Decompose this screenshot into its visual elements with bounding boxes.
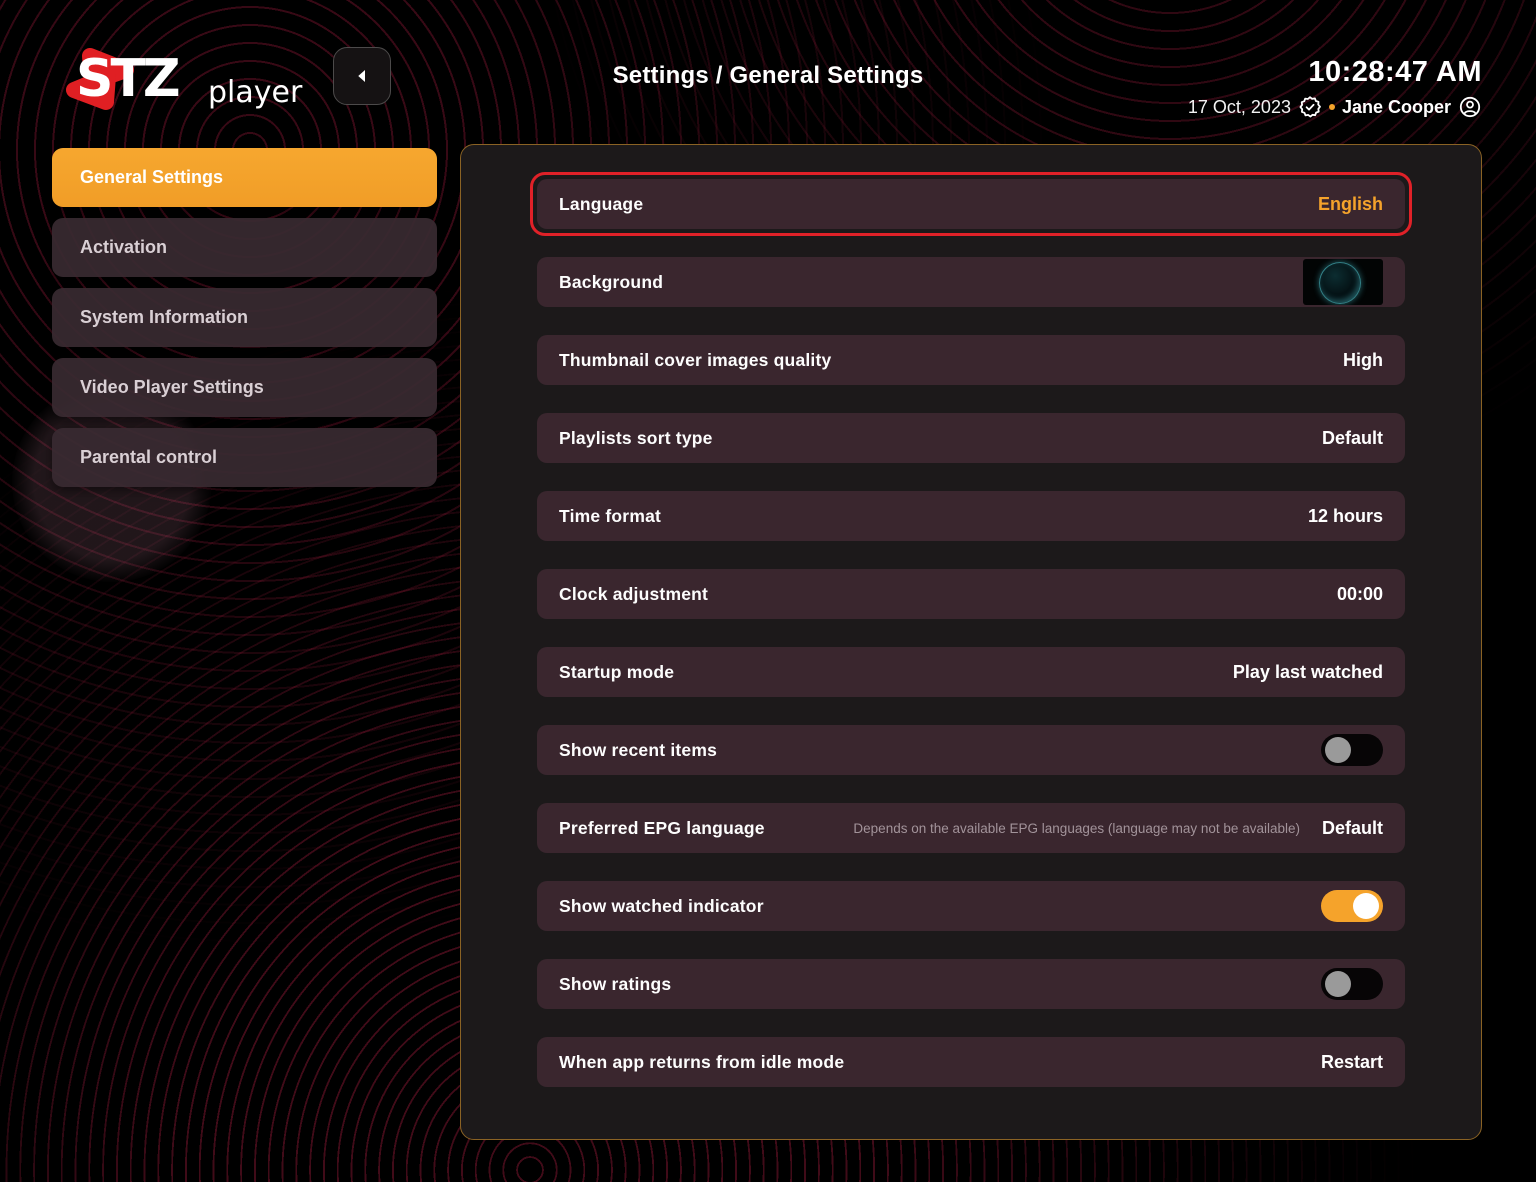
sidebar-item-parental-control[interactable]: Parental control	[52, 428, 437, 487]
setting-value: High	[1343, 350, 1383, 371]
setting-control	[1321, 968, 1383, 1000]
setting-row-clock-adjustment[interactable]: Clock adjustment 00:00	[537, 569, 1405, 619]
setting-value: Play last watched	[1233, 662, 1383, 683]
setting-label: Clock adjustment	[559, 584, 708, 605]
separator-dot	[1329, 104, 1335, 110]
user-icon[interactable]	[1458, 95, 1482, 119]
setting-control: Depends on the available EPG languages (…	[853, 818, 1383, 839]
clock-date: 17 Oct, 2023	[1188, 97, 1291, 118]
toggle-knob	[1325, 971, 1351, 997]
setting-row-startup-mode[interactable]: Startup mode Play last watched	[537, 647, 1405, 697]
toggle-knob	[1353, 893, 1379, 919]
setting-control: Play last watched	[1233, 662, 1383, 683]
sidebar: General Settings Activation System Informa…	[52, 148, 437, 498]
setting-value: English	[1318, 194, 1383, 215]
setting-row-preferred-epg-language[interactable]: Preferred EPG language Depends on the ava…	[537, 803, 1405, 853]
setting-value: Restart	[1321, 1052, 1383, 1073]
setting-label: Startup mode	[559, 662, 674, 683]
settings-rows: Language English Background Thumbnail cover…	[537, 179, 1405, 1087]
toggle-switch[interactable]	[1321, 890, 1383, 922]
setting-control: Default	[1322, 428, 1383, 449]
toggle-knob	[1325, 737, 1351, 763]
setting-value: 00:00	[1337, 584, 1383, 605]
settings-panel: Language English Background Thumbnail cover…	[460, 144, 1482, 1140]
setting-label: Language	[559, 194, 643, 215]
header: STZ player Settings / General Settings 1…	[0, 0, 1536, 144]
setting-label: Time format	[559, 506, 661, 527]
setting-label: Thumbnail cover images quality	[559, 350, 831, 371]
sidebar-item-label: General Settings	[80, 167, 223, 188]
setting-label: Preferred EPG language	[559, 818, 765, 839]
setting-label: Playlists sort type	[559, 428, 713, 449]
setting-control: 12 hours	[1308, 506, 1383, 527]
setting-control: 00:00	[1337, 584, 1383, 605]
planet-sphere-image	[1319, 262, 1361, 304]
setting-row-show-watched-indicator[interactable]: Show watched indicator	[537, 881, 1405, 931]
setting-control: Restart	[1321, 1052, 1383, 1073]
sidebar-item-video-player-settings[interactable]: Video Player Settings	[52, 358, 437, 417]
setting-control: English	[1318, 194, 1383, 215]
setting-value: Default	[1322, 428, 1383, 449]
clock-time: 10:28:47 AM	[1188, 56, 1482, 89]
setting-control	[1321, 734, 1383, 766]
sidebar-item-activation[interactable]: Activation	[52, 218, 437, 277]
setting-label: Show ratings	[559, 974, 671, 995]
setting-control	[1321, 890, 1383, 922]
sidebar-item-general-settings[interactable]: General Settings	[52, 148, 437, 207]
sidebar-item-system-information[interactable]: System Information	[52, 288, 437, 347]
setting-label: Background	[559, 272, 663, 293]
sidebar-item-label: Video Player Settings	[80, 377, 264, 398]
setting-row-show-recent-items[interactable]: Show recent items	[537, 725, 1405, 775]
setting-label: When app returns from idle mode	[559, 1052, 844, 1073]
setting-value: Default	[1322, 818, 1383, 839]
background-thumbnail[interactable]	[1303, 259, 1383, 305]
sidebar-item-label: System Information	[80, 307, 248, 328]
toggle-switch[interactable]	[1321, 968, 1383, 1000]
setting-control	[1303, 259, 1383, 305]
setting-hint: Depends on the available EPG languages (…	[853, 821, 1300, 836]
sidebar-item-label: Parental control	[80, 447, 217, 468]
setting-row-language[interactable]: Language English	[537, 179, 1405, 229]
setting-control: High	[1343, 350, 1383, 371]
toggle-switch[interactable]	[1321, 734, 1383, 766]
setting-row-show-ratings[interactable]: Show ratings	[537, 959, 1405, 1009]
user-name[interactable]: Jane Cooper	[1342, 97, 1451, 118]
setting-label: Show recent items	[559, 740, 717, 761]
setting-row-playlists-sort-type[interactable]: Playlists sort type Default	[537, 413, 1405, 463]
clock-block: 10:28:47 AM 17 Oct, 2023 Jane Cooper	[1188, 56, 1482, 119]
setting-row-when-app-returns-from-idle-mode[interactable]: When app returns from idle mode Restart	[537, 1037, 1405, 1087]
verified-badge-icon	[1298, 95, 1322, 119]
setting-row-thumbnail-cover-images-quality[interactable]: Thumbnail cover images quality High	[537, 335, 1405, 385]
setting-row-time-format[interactable]: Time format 12 hours	[537, 491, 1405, 541]
setting-label: Show watched indicator	[559, 896, 764, 917]
setting-value: 12 hours	[1308, 506, 1383, 527]
setting-row-background[interactable]: Background	[537, 257, 1405, 307]
sidebar-item-label: Activation	[80, 237, 167, 258]
